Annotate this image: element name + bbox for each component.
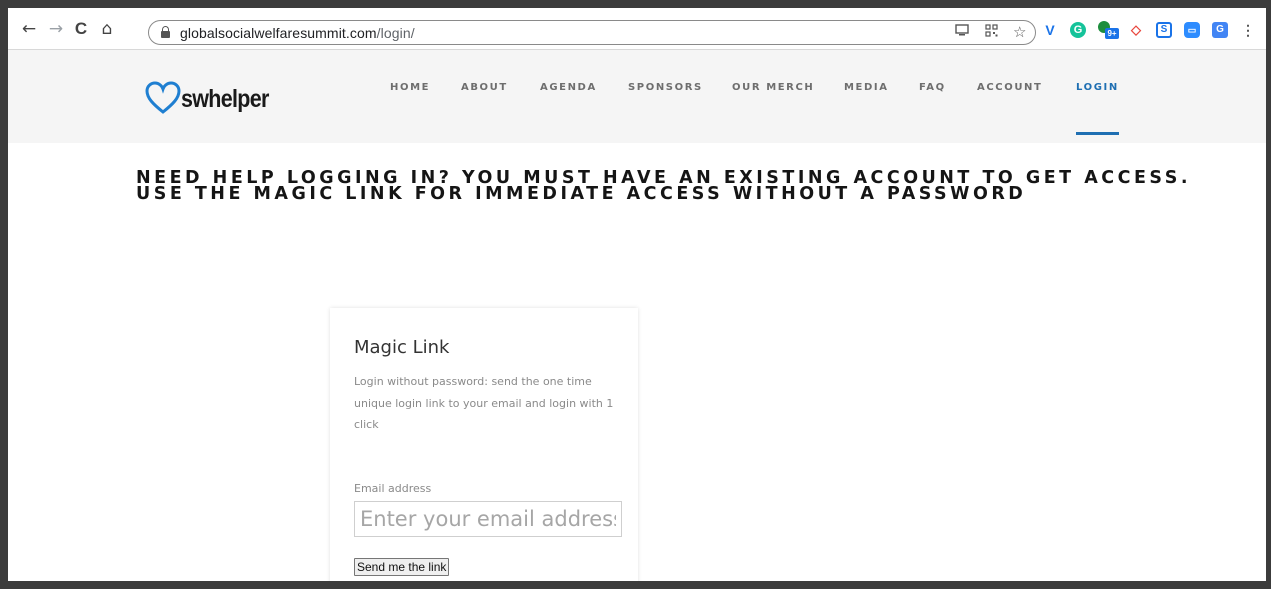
magic-link-card: Magic Link Login without password: send … xyxy=(330,308,638,581)
nav-faq[interactable]: FAQ xyxy=(919,82,946,93)
nav-our-merch[interactable]: OUR MERCH xyxy=(732,82,814,93)
qr-code-icon[interactable] xyxy=(985,24,998,41)
browser-window: ← → C ⌂ globalsocialwelfaresummit.com/lo… xyxy=(8,8,1266,581)
zoom-icon[interactable]: ▭ xyxy=(1184,22,1200,38)
forward-icon[interactable]: → xyxy=(46,19,66,39)
cast-icon[interactable] xyxy=(955,24,969,40)
vimeo-icon[interactable]: V xyxy=(1042,22,1058,38)
arrow-extension-icon[interactable]: ◇ xyxy=(1128,22,1144,38)
lock-icon[interactable] xyxy=(161,26,170,38)
browser-toolbar: ← → C ⌂ globalsocialwelfaresummit.com/lo… xyxy=(8,8,1266,50)
extension-badge-icon[interactable]: 9+ xyxy=(1105,28,1119,39)
email-input[interactable] xyxy=(354,501,622,537)
nav-about[interactable]: ABOUT xyxy=(461,82,508,93)
email-label: Email address xyxy=(354,482,432,495)
send-link-button[interactable]: Send me the link xyxy=(354,558,450,576)
more-menu-icon[interactable]: ⋮ xyxy=(1240,22,1256,38)
page-headline: NEED HELP LOGGING IN? YOU MUST HAVE AN E… xyxy=(136,169,1236,204)
home-icon[interactable]: ⌂ xyxy=(97,19,117,39)
nav-active-indicator xyxy=(1076,132,1119,135)
reload-icon[interactable]: C xyxy=(71,19,91,39)
screen-extension-icon[interactable]: S xyxy=(1156,22,1172,38)
nav-agenda[interactable]: AGENDA xyxy=(540,82,597,93)
headline-line-2: USE THE MAGIC LINK FOR IMMEDIATE ACCESS … xyxy=(136,184,1027,204)
grammarly-icon[interactable]: G xyxy=(1070,22,1086,38)
url-text[interactable]: globalsocialwelfaresummit.com/login/ xyxy=(180,25,415,41)
address-bar[interactable]: globalsocialwelfaresummit.com/login/ ☆ xyxy=(148,20,1036,45)
nav-account[interactable]: ACCOUNT xyxy=(977,82,1042,93)
nav-media[interactable]: MEDIA xyxy=(844,82,889,93)
nav-login[interactable]: LOGIN xyxy=(1076,82,1119,93)
url-path: /login/ xyxy=(376,25,415,41)
nav-home[interactable]: HOME xyxy=(390,82,430,93)
heart-logo-icon xyxy=(145,81,181,114)
url-host: globalsocialwelfaresummit.com xyxy=(180,25,377,41)
card-title: Magic Link xyxy=(354,337,450,358)
bookmark-star-icon[interactable]: ☆ xyxy=(1013,23,1026,41)
site-logo[interactable]: swhelper xyxy=(145,77,285,117)
nav-sponsors[interactable]: SPONSORS xyxy=(628,82,703,93)
card-description: Login without password: send the one tim… xyxy=(354,375,614,431)
translate-icon[interactable]: G xyxy=(1212,22,1228,38)
site-header: swhelper HOME ABOUT AGENDA SPONSORS OUR … xyxy=(8,50,1266,143)
logo-text: swhelper xyxy=(181,85,269,113)
back-icon[interactable]: ← xyxy=(19,19,39,39)
